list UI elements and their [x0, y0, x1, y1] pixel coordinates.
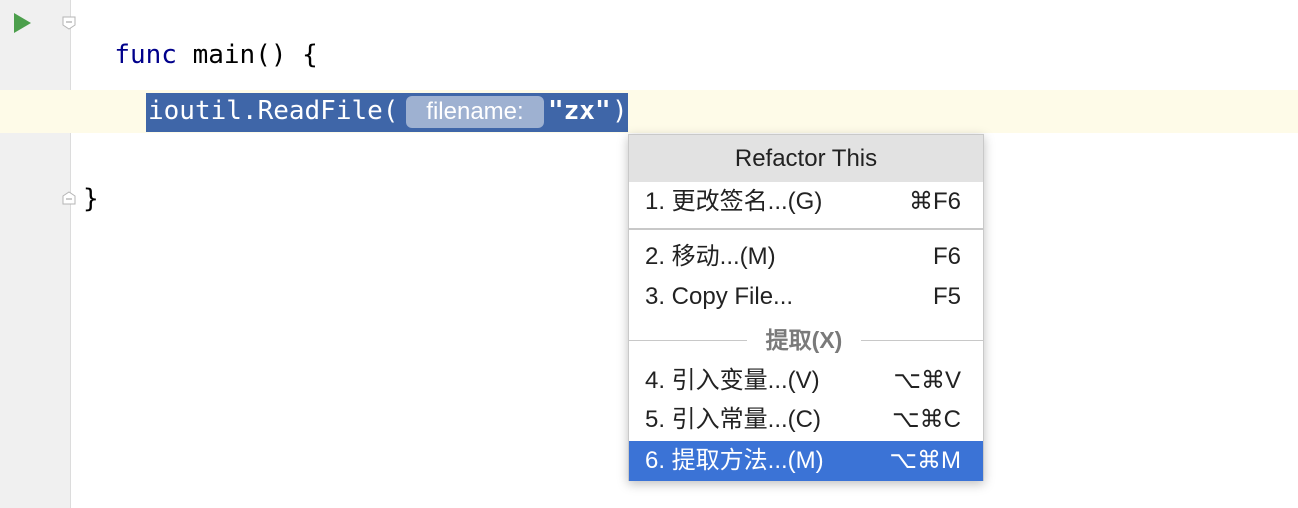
string-argument[interactable]: "zx"	[548, 96, 611, 126]
refactor-popup: Refactor This 1. 更改签名...(G) ⌘F6 2. 移动...…	[628, 134, 984, 481]
menu-item-shortcut: ⌥⌘C	[892, 406, 961, 433]
menu-item-extract-method[interactable]: 6. 提取方法...(M) ⌥⌘M	[629, 441, 983, 481]
menu-item-shortcut: ⌘F6	[908, 188, 961, 215]
menu-item-shortcut: ⌥⌘V	[893, 367, 961, 394]
group-divider-right	[861, 340, 983, 341]
menu-item-shortcut: F6	[932, 243, 961, 270]
menu-item-label: 6. 提取方法...(M)	[645, 447, 824, 474]
group-divider-left	[629, 340, 747, 341]
menu-item-shortcut: ⌥⌘M	[889, 447, 961, 474]
code-line-1[interactable]: func main() {	[83, 10, 318, 70]
function-signature: main() {	[176, 40, 318, 70]
keyword-func: func	[114, 40, 177, 70]
menu-item-label: 1. 更改签名...(G)	[645, 188, 823, 215]
group-title-extract: 提取(X)	[765, 327, 843, 353]
parameter-hint: filename:	[406, 96, 544, 128]
menu-separator	[629, 228, 983, 230]
menu-item-change-signature[interactable]: 1. 更改签名...(G) ⌘F6	[629, 182, 983, 222]
menu-item-label: 5. 引入常量...(C)	[645, 406, 822, 433]
menu-item-introduce-variable[interactable]: 4. 引入变量...(V) ⌥⌘V	[629, 361, 983, 401]
fold-end-icon[interactable]	[62, 191, 76, 205]
menu-item-move[interactable]: 2. 移动...(M) F6	[629, 237, 983, 277]
menu-item-label: 4. 引入变量...(V)	[645, 367, 820, 394]
menu-item-shortcut: F5	[932, 283, 961, 310]
menu-item-copy-file[interactable]: 3. Copy File... F5	[629, 277, 983, 317]
gutter-divider	[70, 0, 71, 508]
popup-title: Refactor This	[629, 135, 983, 182]
run-icon[interactable]	[14, 13, 31, 33]
close-paren: )	[612, 96, 628, 126]
closing-brace[interactable]: }	[83, 184, 99, 214]
editor-gutter	[0, 0, 70, 508]
menu-item-label: 3. Copy File...	[645, 283, 794, 310]
menu-item-introduce-constant[interactable]: 5. 引入常量...(C) ⌥⌘C	[629, 400, 983, 440]
selected-call[interactable]: ioutil.ReadFile(	[148, 96, 398, 126]
menu-item-label: 2. 移动...(M)	[645, 243, 776, 270]
fold-start-icon[interactable]	[62, 16, 76, 30]
